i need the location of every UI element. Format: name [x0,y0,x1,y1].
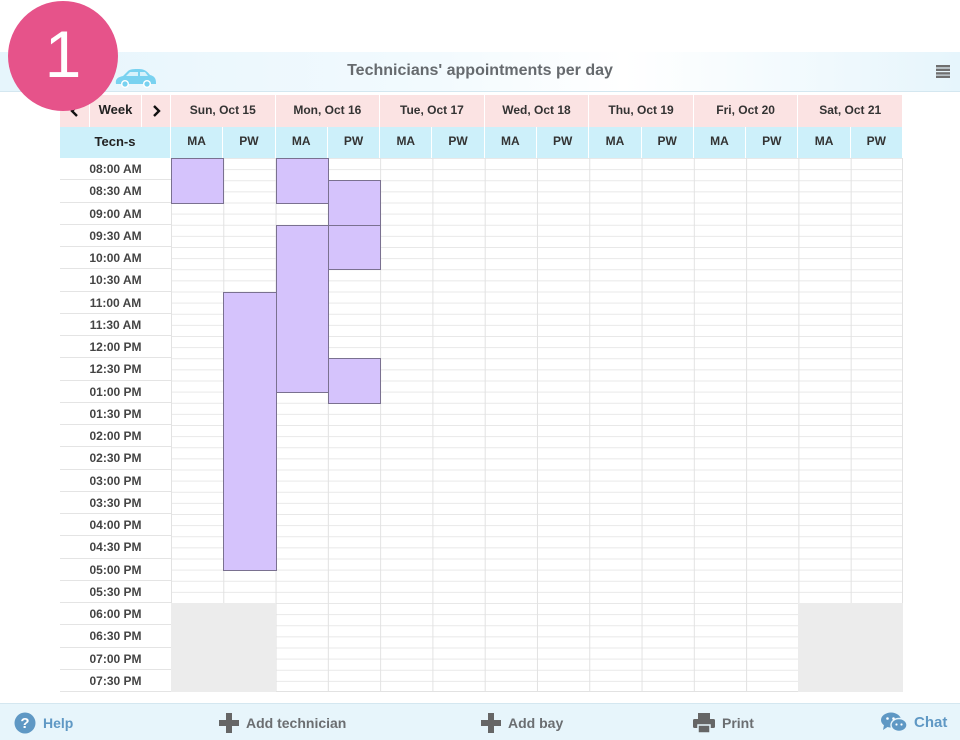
appointment-block[interactable] [275,224,329,393]
appointment-block[interactable] [171,158,225,204]
time-label: 12:30 PM [60,358,171,381]
technician-column-header[interactable]: PW [850,127,903,158]
print-label: Print [722,714,754,731]
time-label: 04:30 PM [60,536,171,559]
day-header: Sat, Oct 21 [798,95,903,127]
technician-column-header[interactable]: PW [223,127,276,158]
chat-label: Chat [914,714,948,731]
technicians-label: Tecn-s [60,127,171,158]
chat-button[interactable]: Chat [881,704,947,740]
appointment-block[interactable] [327,224,382,271]
time-label: 05:00 PM [60,558,171,581]
day-header: Mon, Oct 16 [275,95,381,127]
time-label: 06:30 PM [60,625,171,648]
footer-toolbar: ? Help Add technician Add bay Print Chat [0,703,960,740]
time-slot-grid[interactable] [171,158,903,692]
page-title: Technicians' appointments per day [347,62,613,79]
time-label: 06:00 PM [60,603,171,626]
help-icon: ? [14,712,36,733]
technician-column-header[interactable]: PW [537,127,590,158]
app-header: Technicians' appointments per day [0,52,960,92]
appointment-block[interactable] [327,180,382,226]
time-label: 03:00 PM [60,469,171,492]
appointment-block[interactable] [327,358,382,404]
add-bay-label: Add bay [508,714,564,731]
next-week-button[interactable] [142,95,171,127]
help-label: Help [43,714,74,731]
chat-icon [881,712,907,732]
technician-column-header[interactable]: MA [798,127,851,158]
time-label: 12:00 PM [60,336,171,359]
time-label: 03:30 PM [60,491,171,514]
time-label: 08:00 AM [60,158,171,181]
printer-icon [693,712,715,733]
appointments-calendar: Week Tecn-s Sun, Oct 15 MA PW Mon, Oct 16 MA… [60,95,904,693]
step-badge: 1 [8,1,118,111]
technician-column-header[interactable]: MA [484,127,537,158]
time-label: 10:30 AM [60,269,171,292]
technician-column-header[interactable]: MA [275,127,328,158]
day-header: Fri, Oct 20 [693,95,799,127]
time-label: 07:30 PM [60,669,171,692]
help-button[interactable]: ? Help [14,704,73,740]
time-label: 09:30 AM [60,224,171,247]
menu-icon[interactable] [936,64,950,83]
closed-hours-block [171,603,276,692]
appointment-block[interactable] [223,291,277,571]
technician-column-header[interactable]: PW [641,127,694,158]
technician-column-header[interactable]: MA [693,127,747,158]
time-label: 04:00 PM [60,514,171,537]
plus-icon [481,712,501,733]
add-technician-button[interactable]: Add technician [219,704,346,740]
plus-icon [219,712,239,733]
time-label: 02:00 PM [60,425,171,448]
time-label: 11:00 AM [60,291,171,314]
closed-hours-block [798,603,903,692]
time-label: 02:30 PM [60,447,171,470]
time-label: 09:00 AM [60,202,171,225]
technician-column-header[interactable]: PW [432,127,485,158]
add-bay-button[interactable]: Add bay [481,704,563,740]
add-technician-label: Add technician [246,714,347,731]
svg-text:?: ? [20,715,29,732]
technician-column-header[interactable]: PW [327,127,381,158]
appointment-block[interactable] [275,158,329,204]
chevron-right-icon [153,105,161,117]
technician-column-header[interactable]: MA [589,127,642,158]
time-label: 07:00 PM [60,647,171,670]
day-header: Sun, Oct 15 [171,95,276,127]
day-header: Thu, Oct 19 [589,95,694,127]
day-header: Wed, Oct 18 [484,95,590,127]
time-label: 11:30 AM [60,313,171,336]
time-label: 01:00 PM [60,380,171,403]
technician-column-header[interactable]: PW [746,127,799,158]
time-label: 08:30 AM [60,180,171,203]
time-label: 01:30 PM [60,402,171,425]
time-label: 05:30 PM [60,580,171,603]
technician-column-header[interactable]: MA [380,127,433,158]
print-button[interactable]: Print [693,704,754,740]
week-label: Week [90,95,142,127]
time-label: 10:00 AM [60,247,171,270]
technician-column-header[interactable]: MA [171,127,224,158]
day-header: Tue, Oct 17 [380,95,485,127]
